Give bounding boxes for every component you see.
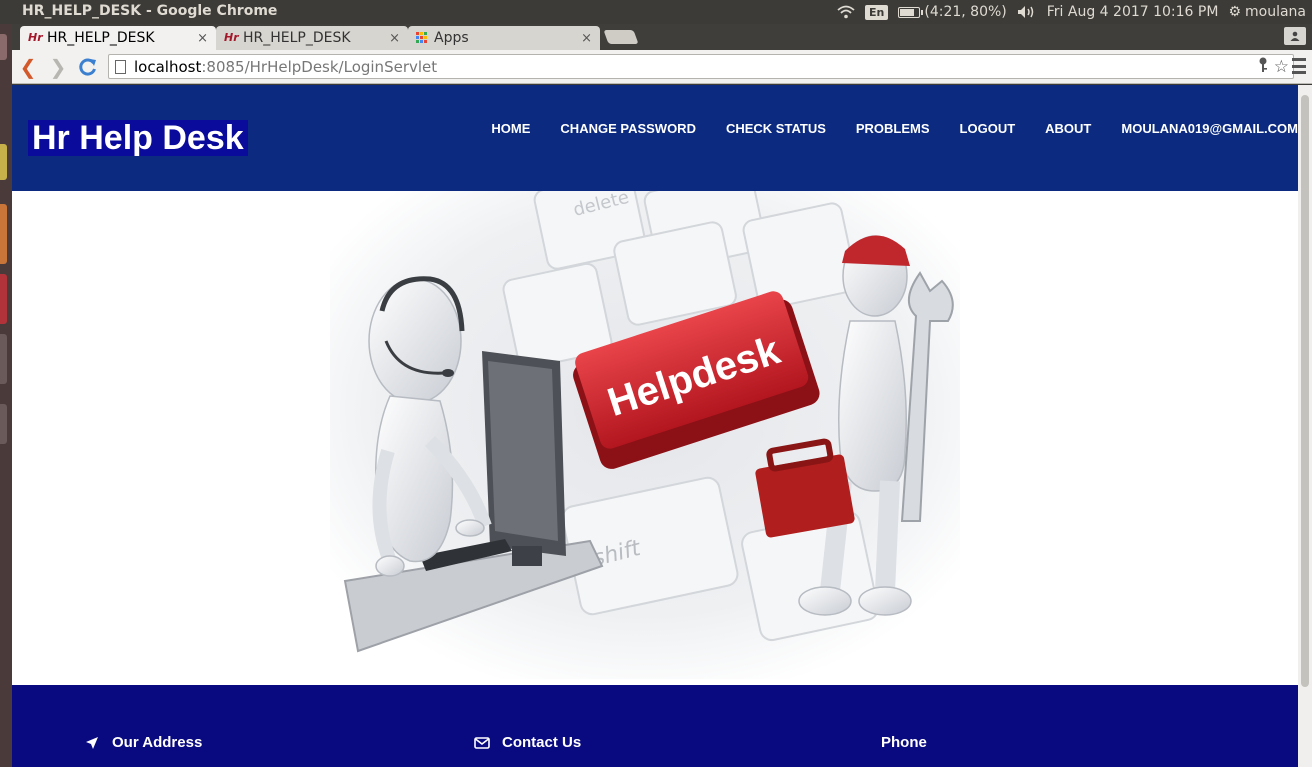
site-footer: Our Address Contact Us Phone <box>12 685 1298 767</box>
page-icon <box>115 59 126 74</box>
launcher-item[interactable] <box>0 34 7 60</box>
reload-icon <box>79 58 96 76</box>
main-nav: HOME CHANGE PASSWORD CHECK STATUS PROBLE… <box>461 121 1298 136</box>
user-name: moulana <box>1245 4 1306 20</box>
hero-section: delete shift Helpdesk <box>12 191 1298 685</box>
tab-apps[interactable]: Apps × <box>408 26 600 50</box>
tab-label: HR_HELP_DESK <box>47 30 155 46</box>
launcher-item[interactable] <box>0 144 7 180</box>
battery-icon <box>898 6 924 18</box>
page-viewport: Hr Help Desk HOME CHANGE PASSWORD CHECK … <box>12 85 1298 767</box>
battery-indicator[interactable]: (4:21, 80%) <box>898 4 1007 20</box>
page-scrollbar[interactable] <box>1298 85 1312 767</box>
nav-change-password[interactable]: CHANGE PASSWORD <box>560 121 696 136</box>
forward-button[interactable]: ❯ <box>46 55 70 79</box>
hr-logo-icon: Hr <box>224 31 239 44</box>
launcher-item[interactable] <box>0 274 7 324</box>
nav-user-email[interactable]: MOULANA019@GMAIL.COM <box>1121 121 1298 136</box>
reload-button[interactable] <box>76 55 100 79</box>
close-icon[interactable]: × <box>581 31 592 46</box>
url-path: :8085/HrHelpDesk/LoginServlet <box>201 57 438 76</box>
url-host: localhost <box>134 57 202 76</box>
tab-hr-help-desk-active[interactable]: Hr HR_HELP_DESK × <box>20 26 216 50</box>
location-arrow-icon <box>84 735 100 751</box>
launcher-item[interactable] <box>0 404 7 444</box>
nav-check-status[interactable]: CHECK STATUS <box>726 121 826 136</box>
system-tray: En (4:21, 80%) Fri Aug 4 2017 10:16 PM ⚙… <box>837 0 1312 24</box>
nav-home[interactable]: HOME <box>491 121 530 136</box>
os-top-panel: HR_HELP_DESK - Google Chrome En (4:21, 8… <box>0 0 1312 24</box>
bookmark-star-icon[interactable]: ☆ <box>1274 57 1289 78</box>
back-button[interactable]: ❮ <box>16 55 40 79</box>
tab-hr-help-desk[interactable]: Hr HR_HELP_DESK × <box>216 26 408 50</box>
footer-address-title: Our Address <box>112 734 203 751</box>
footer-phone: Phone <box>881 734 927 751</box>
helpdesk-illustration: delete shift Helpdesk <box>330 191 960 679</box>
battery-text: (4:21, 80%) <box>924 4 1007 20</box>
nav-problems[interactable]: PROBLEMS <box>856 121 930 136</box>
close-icon[interactable]: × <box>389 31 400 46</box>
apps-grid-icon <box>416 32 428 44</box>
envelope-icon <box>474 735 490 751</box>
scrollbar-thumb[interactable] <box>1301 95 1309 687</box>
browser-toolbar: ❮ ❯ localhost:8085/HrHelpDesk/LoginServl… <box>12 50 1312 84</box>
volume-icon[interactable] <box>1017 5 1037 19</box>
hr-logo-icon: Hr <box>28 31 43 44</box>
chevron-right-icon: ❯ <box>49 55 67 79</box>
site-brand[interactable]: Hr Help Desk <box>28 120 248 156</box>
key-icon[interactable] <box>1258 57 1268 78</box>
window-title: HR_HELP_DESK - Google Chrome <box>22 3 278 19</box>
chevron-left-icon: ❮ <box>19 55 37 79</box>
tab-label: Apps <box>434 30 469 46</box>
launcher-item[interactable] <box>0 334 7 384</box>
profile-icon[interactable] <box>1284 27 1306 45</box>
unity-launcher <box>0 24 12 767</box>
tab-label: HR_HELP_DESK <box>243 30 351 46</box>
power-gear-icon: ⚙ <box>1228 4 1241 20</box>
new-tab-button[interactable] <box>603 30 639 44</box>
close-icon[interactable]: × <box>197 31 208 46</box>
clock[interactable]: Fri Aug 4 2017 10:16 PM <box>1047 4 1219 20</box>
footer-contact: Contact Us <box>474 734 581 751</box>
session-menu[interactable]: ⚙ moulana <box>1228 4 1306 20</box>
nav-about[interactable]: ABOUT <box>1045 121 1091 136</box>
keyboard-layout-indicator[interactable]: En <box>865 4 889 20</box>
address-bar[interactable]: localhost:8085/HrHelpDesk/LoginServlet ☆ <box>108 54 1294 79</box>
tab-strip: Hr HR_HELP_DESK × Hr HR_HELP_DESK × Apps… <box>12 24 1312 50</box>
footer-address: Our Address <box>84 734 202 751</box>
footer-contact-title: Contact Us <box>502 734 582 751</box>
wifi-icon[interactable] <box>837 5 855 19</box>
footer-phone-title: Phone <box>881 734 927 751</box>
launcher-item[interactable] <box>0 204 7 264</box>
site-header: Hr Help Desk HOME CHANGE PASSWORD CHECK … <box>12 85 1298 191</box>
nav-logout[interactable]: LOGOUT <box>960 121 1016 136</box>
chrome-menu-icon[interactable] <box>1292 58 1306 74</box>
